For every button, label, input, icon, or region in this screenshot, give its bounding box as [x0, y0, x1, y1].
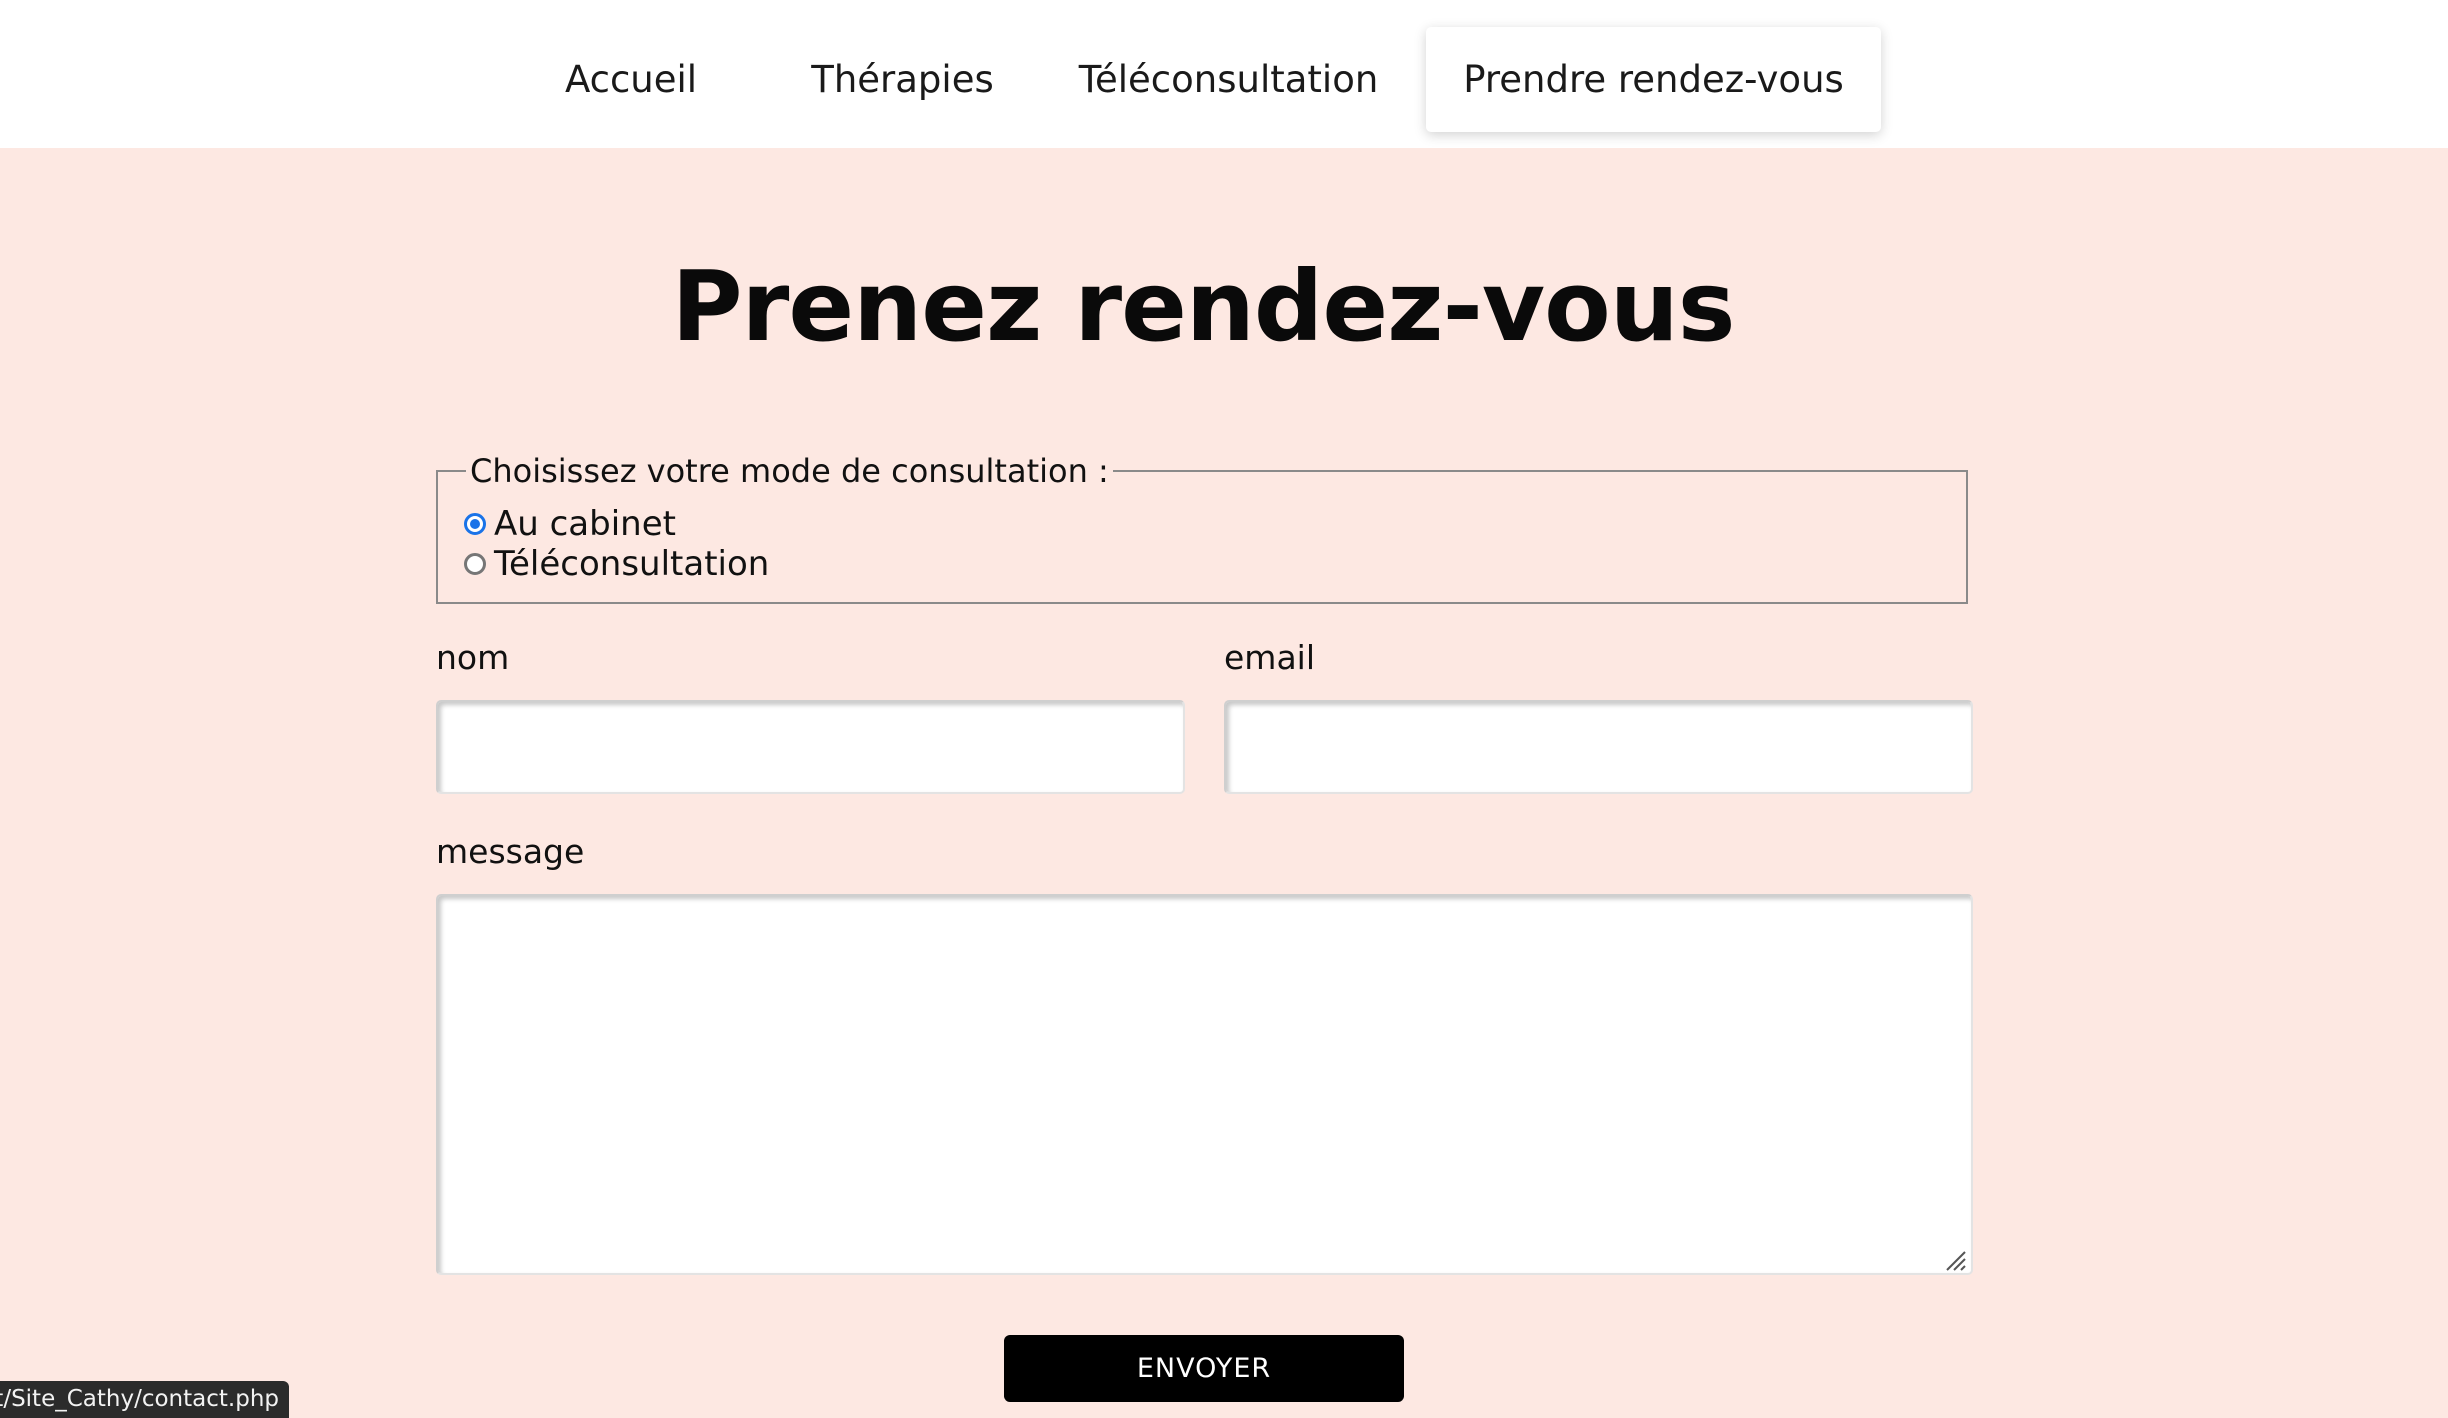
status-bar-url-text: ost/Site_Cathy/contact.php — [0, 1386, 279, 1412]
radio-button-au-cabinet[interactable] — [464, 513, 486, 535]
message-label: message — [436, 832, 585, 871]
envoyer-button[interactable]: ENVOYER — [1004, 1335, 1404, 1402]
page-title: Prenez rendez-vous — [671, 250, 1735, 363]
radio-option-teleconsultation[interactable]: Téléconsultation — [464, 544, 769, 584]
radio-label-teleconsultation: Téléconsultation — [494, 544, 770, 584]
nav-item-therapies[interactable]: Thérapies — [790, 27, 1015, 132]
radio-button-teleconsultation[interactable] — [464, 553, 486, 575]
nav-item-accueil[interactable]: Accueil — [545, 27, 717, 132]
nav-item-prendre-rendez-vous[interactable]: Prendre rendez-vous — [1426, 27, 1881, 132]
nom-input[interactable] — [436, 700, 1185, 794]
email-input[interactable] — [1224, 700, 1973, 794]
top-navigation: Accueil Thérapies Téléconsultation Prend… — [0, 0, 2448, 148]
resize-grip-icon[interactable] — [1944, 1249, 1966, 1271]
radio-option-au-cabinet[interactable]: Au cabinet — [464, 504, 676, 544]
message-textarea[interactable] — [436, 894, 1973, 1275]
nav-item-teleconsultation[interactable]: Téléconsultation — [1066, 27, 1391, 132]
email-label: email — [1224, 638, 1316, 677]
status-bar-url: ost/Site_Cathy/contact.php — [0, 1381, 289, 1418]
radio-label-au-cabinet: Au cabinet — [494, 504, 676, 544]
consultation-mode-legend: Choisissez votre mode de consultation : — [466, 452, 1113, 490]
nom-label: nom — [436, 638, 510, 677]
